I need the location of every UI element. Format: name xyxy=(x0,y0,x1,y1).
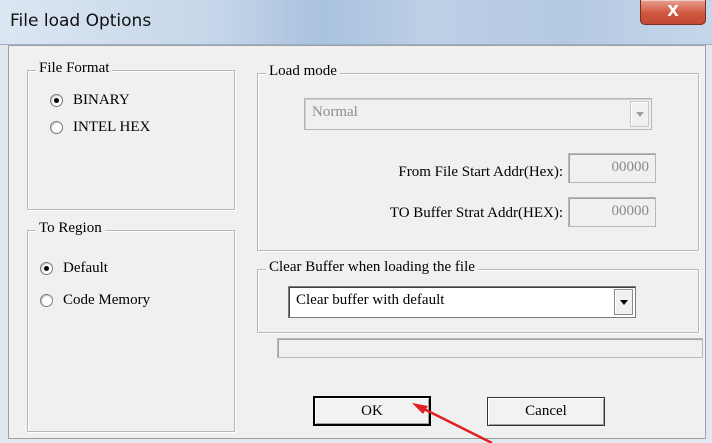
to-addr-label: TO Buffer Strat Addr(HEX): xyxy=(389,205,563,221)
cancel-button[interactable]: Cancel xyxy=(487,397,605,426)
clear-buffer-value: Clear buffer with default xyxy=(296,292,445,308)
title-bar[interactable]: File load Options X xyxy=(0,0,712,45)
to-region-legend: To Region xyxy=(36,220,105,237)
radio-intel-hex-label: INTEL HEX xyxy=(73,119,151,135)
chevron-down-icon xyxy=(619,299,628,305)
radio-default[interactable]: Default xyxy=(40,260,108,277)
dropdown-button[interactable] xyxy=(630,101,649,127)
close-button[interactable]: X xyxy=(640,0,706,25)
radio-code-memory[interactable]: Code Memory xyxy=(40,292,150,309)
clear-buffer-select[interactable]: Clear buffer with default xyxy=(288,286,636,318)
radio-binary-label: BINARY xyxy=(73,92,130,108)
radio-selected-icon xyxy=(50,94,63,107)
load-mode-legend: Load mode xyxy=(266,63,340,80)
clear-buffer-group: Clear Buffer when loading the file Clear… xyxy=(257,259,699,333)
to-region-group: To Region Default Code Memory xyxy=(27,220,235,432)
radio-code-memory-label: Code Memory xyxy=(63,292,151,308)
load-mode-value: Normal xyxy=(312,104,358,120)
load-mode-select[interactable]: Normal xyxy=(304,98,652,130)
ok-button[interactable]: OK xyxy=(313,396,431,426)
radio-selected-icon xyxy=(40,262,53,275)
clear-buffer-legend: Clear Buffer when loading the file xyxy=(266,259,478,276)
file-format-group: File Format BINARY INTEL HEX xyxy=(27,60,235,210)
radio-unselected-icon xyxy=(40,294,53,307)
dialog-body: File Format BINARY INTEL HEX To Region D… xyxy=(8,45,706,439)
radio-default-label: Default xyxy=(63,260,108,276)
dropdown-button[interactable] xyxy=(614,289,633,315)
from-addr-input[interactable]: 00000 xyxy=(568,153,656,183)
file-format-legend: File Format xyxy=(36,60,113,77)
radio-intel-hex[interactable]: INTEL HEX xyxy=(50,119,150,136)
load-mode-group: Load mode Normal From File Start Addr(He… xyxy=(257,63,699,251)
radio-binary[interactable]: BINARY xyxy=(50,92,130,109)
to-addr-input[interactable]: 00000 xyxy=(568,197,656,227)
from-addr-label: From File Start Addr(Hex): xyxy=(398,164,563,180)
radio-unselected-icon xyxy=(50,121,63,134)
close-icon: X xyxy=(667,2,679,20)
chevron-down-icon xyxy=(635,111,644,117)
window-title: File load Options xyxy=(10,11,152,31)
progress-bar xyxy=(277,338,703,358)
